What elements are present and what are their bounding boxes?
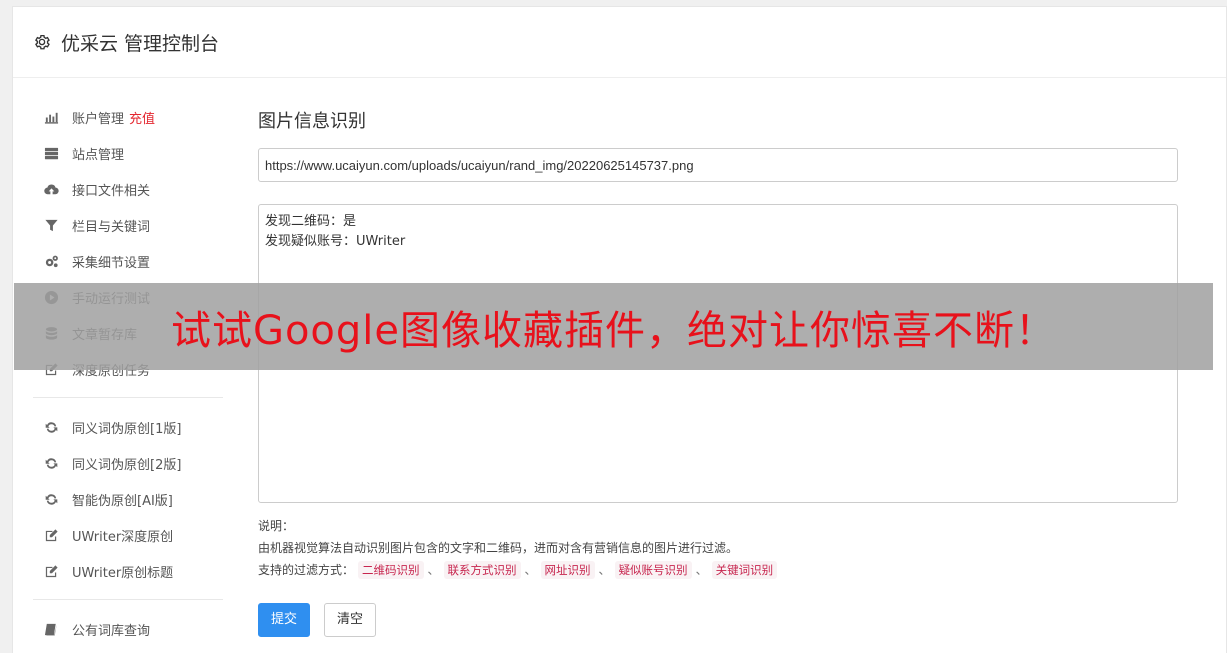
filter-icon bbox=[43, 217, 59, 233]
book-icon bbox=[43, 621, 59, 637]
refresh-icon bbox=[43, 491, 59, 507]
clear-button[interactable]: 清空 bbox=[324, 603, 377, 637]
submit-button[interactable]: 提交 bbox=[258, 603, 311, 637]
refresh-icon bbox=[43, 419, 59, 435]
action-buttons: 提交 清空 bbox=[258, 603, 1178, 637]
help-text: 由机器视觉算法自动识别图片包含的文字和二维码，进而对含有营销信息的图片进行过滤。 bbox=[258, 541, 739, 555]
sidebar-item-label: 智能伪原创[AI版] bbox=[72, 493, 173, 509]
sidebar-item[interactable]: 接口文件相关 bbox=[33, 171, 223, 207]
server-icon bbox=[43, 145, 59, 161]
sidebar-item[interactable]: UWriter深度原创 bbox=[33, 517, 223, 553]
page-header-title: 优采云 管理控制台 bbox=[61, 32, 220, 55]
recharge-link[interactable]: 充值 bbox=[129, 108, 155, 127]
filter-separator: 、 bbox=[524, 563, 537, 577]
result-line: 发现疑似账号：UWriter bbox=[265, 234, 406, 249]
page-title: 图片信息识别 bbox=[258, 111, 366, 132]
filter-separator: 、 bbox=[427, 563, 440, 577]
sidebar-item-label: 站点管理 bbox=[72, 147, 125, 163]
sidebar-item[interactable]: 智能伪原创[AI版] bbox=[33, 481, 223, 517]
sidebar-item-label: 栏目与关键词 bbox=[72, 219, 151, 235]
filter-tag-account: 疑似账号识别 bbox=[614, 561, 692, 579]
sidebar-item[interactable]: 栏目与关键词 bbox=[33, 207, 223, 243]
sidebar-item[interactable]: 同义词伪原创[2版] bbox=[33, 445, 223, 481]
edit-icon bbox=[43, 563, 59, 579]
filter-tag-url: 网址识别 bbox=[540, 561, 595, 579]
sidebar-divider bbox=[33, 397, 223, 398]
sidebar-item[interactable]: 同义词伪原创[1版] bbox=[33, 409, 223, 445]
sidebar-item-label: 公有词库查询 bbox=[72, 623, 151, 639]
sidebar-item[interactable]: 采集细节设置 bbox=[33, 243, 223, 279]
header: 优采云 管理控制台 bbox=[13, 7, 1226, 78]
cogs-icon bbox=[43, 253, 59, 269]
cloud-upload-icon bbox=[43, 181, 59, 197]
sidebar-item-label: UWriter原创标题 bbox=[72, 565, 174, 581]
help-section: 说明： 由机器视觉算法自动识别图片包含的文字和二维码，进而对含有营销信息的图片进… bbox=[258, 515, 1178, 581]
sidebar-item[interactable]: 站点管理 bbox=[33, 135, 223, 171]
filter-tag-keyword: 关键词识别 bbox=[711, 561, 778, 579]
filter-separator: 、 bbox=[598, 563, 611, 577]
filter-tag-contact: 联系方式识别 bbox=[443, 561, 521, 579]
filter-separator: 、 bbox=[695, 563, 708, 577]
sidebar-item[interactable]: 公有词库查询 bbox=[33, 611, 223, 647]
filter-tag-qrcode: 二维码识别 bbox=[358, 561, 424, 579]
promo-overlay-banner: 试试Google图像收藏插件，绝对让你惊喜不断！ bbox=[14, 283, 1213, 370]
sidebar-divider bbox=[33, 599, 223, 600]
result-line: 发现二维码：是 bbox=[265, 214, 357, 229]
sidebar-item-label: 接口文件相关 bbox=[72, 183, 151, 199]
help-title: 说明： bbox=[258, 519, 295, 533]
filters-label: 支持的过滤方式： bbox=[258, 563, 355, 577]
sidebar-item-label: 账户管理 bbox=[72, 111, 125, 127]
sidebar-item[interactable]: UWriter原创标题 bbox=[33, 553, 223, 589]
sidebar-item[interactable]: 账户管理 充值 bbox=[33, 99, 223, 135]
sidebar: 账户管理充值站点管理接口文件相关栏目与关键词采集细节设置手动运行测试文章暂存库深… bbox=[33, 99, 223, 647]
gear-icon bbox=[33, 33, 51, 51]
edit-icon bbox=[43, 527, 59, 543]
promo-overlay-text: 试试Google图像收藏插件，绝对让你惊喜不断！ bbox=[170, 307, 1057, 354]
bar-chart-icon bbox=[43, 109, 59, 125]
sidebar-item-label: 采集细节设置 bbox=[72, 255, 151, 271]
filter-methods: 支持的过滤方式： 二维码识别、 联系方式识别、 网址识别、 疑似账号识别、 关键… bbox=[258, 559, 1178, 581]
sidebar-item-label: 同义词伪原创[2版] bbox=[72, 457, 182, 473]
main-content: 图片信息识别 发现二维码：是 发现疑似账号：UWriter 说明： 由机器视觉算… bbox=[258, 107, 1178, 637]
sidebar-item-label: 同义词伪原创[1版] bbox=[72, 421, 182, 437]
refresh-icon bbox=[43, 455, 59, 471]
image-url-input[interactable] bbox=[258, 148, 1178, 182]
sidebar-item-label: UWriter深度原创 bbox=[72, 529, 174, 545]
